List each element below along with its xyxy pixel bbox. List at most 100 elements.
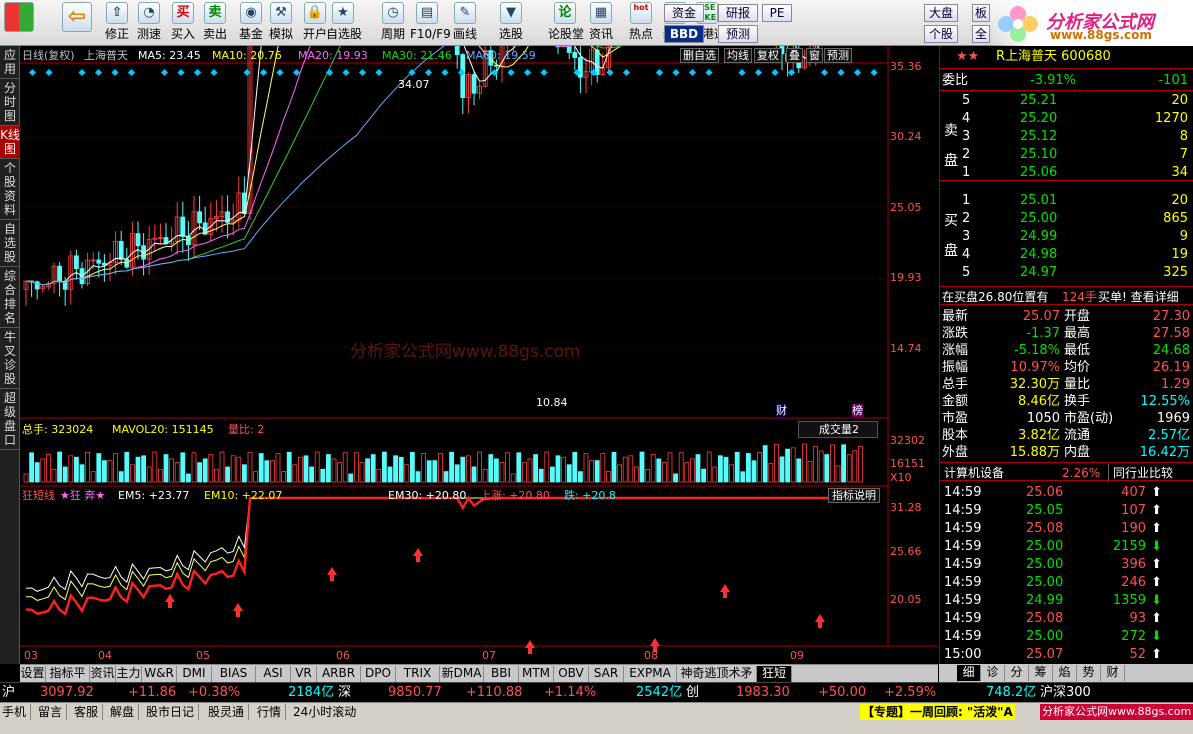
toolbar-button-logo-grid[interactable] xyxy=(2,2,36,44)
toolbar-button-discuss[interactable]: 论论股堂 xyxy=(548,2,584,44)
indicator-tab-6[interactable]: BIAS xyxy=(212,666,256,682)
toolbar-small-button[interactable]: 资金 xyxy=(664,4,704,22)
toolbar-button-sell[interactable]: 卖卖出 xyxy=(198,2,232,44)
volume-bar xyxy=(790,447,796,483)
right-tab-3[interactable]: 筹 xyxy=(1029,665,1053,681)
indicator-tab-14[interactable]: MTM xyxy=(519,666,554,682)
toolbar-small-button[interactable]: 大盘 xyxy=(924,4,958,22)
toolbar-button-back-arrow[interactable]: ⇦ xyxy=(60,2,94,44)
left-tab-6[interactable]: 牛叉诊股 xyxy=(0,328,20,389)
indicator-tab-15[interactable]: OBV xyxy=(554,666,589,682)
buy-price[interactable]: 25.01 xyxy=(1020,192,1057,210)
sz-value[interactable]: 9850.77 xyxy=(388,683,442,703)
indicator-tab-5[interactable]: DMI xyxy=(177,666,212,682)
toolbar-button-hot[interactable]: hot 热点 xyxy=(624,2,658,44)
ranking-tag[interactable]: 榜 xyxy=(852,404,863,417)
volume-indicator-select[interactable]: 成交量2 xyxy=(798,421,878,438)
panel-separator xyxy=(940,180,1193,181)
indicator-tab-18[interactable]: 神奇逃顶术矛盾线 xyxy=(677,666,757,695)
finance-tag[interactable]: 财 xyxy=(776,404,787,417)
toolbar-small-button[interactable]: 全 xyxy=(972,25,990,43)
signal-diamond xyxy=(78,68,86,77)
toolbar-button-star[interactable]: ★ 自选股 xyxy=(326,2,362,44)
indicator-tab-16[interactable]: SAR xyxy=(589,666,624,682)
chart-button-5[interactable]: 预测 xyxy=(824,48,852,63)
toolbar-small-button[interactable]: 板 xyxy=(972,4,990,22)
sh-value[interactable]: 3097.92 xyxy=(40,683,94,703)
site-banner[interactable]: 分析家公式网www.88gs.com xyxy=(1040,704,1193,720)
buy-price[interactable]: 24.97 xyxy=(1020,264,1057,282)
left-tab-3[interactable]: 个股资料 xyxy=(0,159,20,220)
toolbar-small-button[interactable]: BBD xyxy=(664,25,704,43)
right-tab-5[interactable]: 势 xyxy=(1077,665,1101,681)
left-tab-7[interactable]: 超级盘口 xyxy=(0,389,20,450)
toolbar-small-button[interactable]: PE xyxy=(762,4,792,22)
chart-kind-label[interactable]: 日线(复权) xyxy=(22,49,75,62)
right-tab-4[interactable]: 焰 xyxy=(1053,665,1077,681)
indicator-tab-3[interactable]: 主力 xyxy=(116,666,142,682)
buy-price[interactable]: 24.99 xyxy=(1020,228,1057,246)
right-tab-2[interactable]: 分 xyxy=(1005,665,1029,681)
right-tab-1[interactable]: 诊 xyxy=(981,665,1005,681)
left-tab-5[interactable]: 综合排名 xyxy=(0,267,20,328)
kline-chart-area[interactable]: 日线(复权) 上海普天 MA5: 23.45 MA10: 20.76 MA20: 19.… xyxy=(20,46,938,664)
right-tab-6[interactable]: 财 xyxy=(1101,665,1125,681)
status-item-4[interactable]: 股市日记 xyxy=(146,704,200,720)
status-item-6[interactable]: 行情 xyxy=(257,704,287,720)
right-tab-0[interactable]: 细 xyxy=(957,665,981,681)
toolbar-small-button[interactable]: 研报 xyxy=(718,4,758,22)
indicator-tab-9[interactable]: ARBR xyxy=(317,666,361,682)
indicator-name-label[interactable]: 狂短线 xyxy=(22,489,55,502)
status-item-7[interactable]: 24小时滚动 xyxy=(293,704,360,720)
indicator-tab-7[interactable]: ASI xyxy=(256,666,291,682)
toolbar-small-button[interactable]: 个股 xyxy=(924,25,958,43)
indicator-tab-1[interactable]: 指标平台 xyxy=(46,666,90,695)
cy-value[interactable]: 1983.30 xyxy=(736,683,790,703)
buy-price[interactable]: 25.00 xyxy=(1020,210,1057,228)
left-tab-0[interactable]: 应用 xyxy=(0,46,20,79)
toolbar-button-news[interactable]: ▦ 资讯 xyxy=(584,2,618,44)
toolbar-button-pencil[interactable]: ✎ 画线 xyxy=(448,2,482,44)
chart-button-4[interactable]: 窗 xyxy=(806,48,823,63)
indicator-tab-8[interactable]: VR xyxy=(291,666,317,682)
indicator-tab-0[interactable]: 设置 xyxy=(20,666,46,682)
sell-price[interactable]: 25.10 xyxy=(1020,146,1057,164)
status-item-5[interactable]: 股灵通 xyxy=(208,704,250,720)
indicator-tab-10[interactable]: DPO xyxy=(361,666,396,682)
left-tab-2[interactable]: K线图 xyxy=(0,126,20,159)
toolbar-button-hammer[interactable]: ⚒ 模拟 xyxy=(264,2,298,44)
chart-button-0[interactable]: 删自选 xyxy=(680,48,719,63)
toolbar-button-funnel[interactable]: ▼ 选股 xyxy=(494,2,528,44)
toolbar-button-fund[interactable]: ◉ 基金 xyxy=(234,2,268,44)
sell-price[interactable]: 25.12 xyxy=(1020,128,1057,146)
buy-level: 3 xyxy=(962,229,971,244)
indicator-tab-12[interactable]: 新DMA xyxy=(440,666,484,682)
toolbar-button-refresh-up[interactable]: ⇧ 修正 xyxy=(100,2,134,44)
sell-price[interactable]: 25.21 xyxy=(1020,92,1057,110)
indicator-tab-11[interactable]: TRIX xyxy=(396,666,440,682)
indicator-tab-17[interactable]: EXPMA xyxy=(624,666,677,682)
hs300-label[interactable]: 沪深300 xyxy=(1040,683,1091,703)
left-tab-4[interactable]: 自选股 xyxy=(0,220,20,267)
toolbar-small-button[interactable]: 预测 xyxy=(718,25,758,43)
status-item-1[interactable]: 留言 xyxy=(38,704,68,720)
indicator-help-button[interactable]: 指标说明 xyxy=(828,488,880,503)
toolbar-button-report[interactable]: ▤ F10/F9 xyxy=(410,2,451,44)
left-tab-1[interactable]: 分时图 xyxy=(0,79,20,126)
indicator-tab-19[interactable]: 狂短线 xyxy=(757,666,792,695)
indicator-tab-4[interactable]: W&R xyxy=(142,666,177,682)
topic-ticker[interactable]: 【专题】一周回顾: "活泼"A xyxy=(860,704,1015,720)
chart-button-1[interactable]: 均线 xyxy=(724,48,752,63)
sell-price[interactable]: 25.20 xyxy=(1020,110,1057,128)
status-item-3[interactable]: 解盘 xyxy=(110,704,140,720)
toolbar-button-clock[interactable]: ◷ 周期 xyxy=(376,2,410,44)
status-item-0[interactable]: 手机 xyxy=(2,704,32,720)
indicator-tab-13[interactable]: BBI xyxy=(484,666,519,682)
chart-button-2[interactable]: 复权 xyxy=(754,48,782,63)
toolbar-button-buy[interactable]: 买买入 xyxy=(166,2,200,44)
indicator-tab-2[interactable]: 资讯 xyxy=(90,666,116,682)
chart-button-3[interactable]: 叠 xyxy=(786,48,803,63)
buy-price[interactable]: 24.98 xyxy=(1020,246,1057,264)
status-item-2[interactable]: 客服 xyxy=(74,704,104,720)
toolbar-button-speedometer[interactable]: ◔ 测速 xyxy=(132,2,166,44)
